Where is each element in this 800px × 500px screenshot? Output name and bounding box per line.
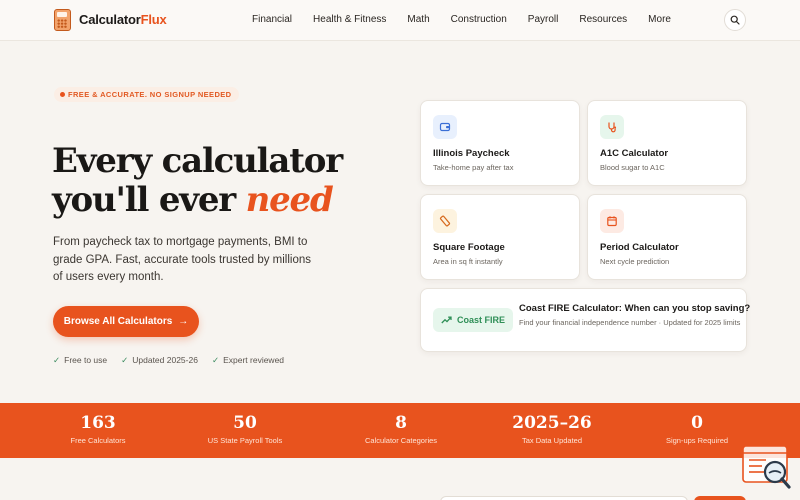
nav-item-resources[interactable]: Resources <box>579 14 627 25</box>
card-title: A1C Calculator <box>600 148 669 159</box>
stat-label: Free Calculators <box>70 436 126 445</box>
stat-item: 50 US State Payroll Tools <box>185 413 305 445</box>
check-label: Updated 2025-26 <box>132 355 198 365</box>
card-a1c-calculator[interactable]: A1C Calculator Blood sugar to A1C <box>587 100 747 186</box>
hero-title-plain: you'll ever <box>52 180 236 220</box>
hero-description: From paycheck tax to mortgage payments, … <box>53 236 312 283</box>
coast-fire-pill-label: Coast FIRE <box>456 315 505 325</box>
stat-label: Calculator Categories <box>364 436 438 445</box>
trust-checklist: ✓ Free to use ✓ Updated 2025-26 ✓ Expert re… <box>53 355 298 366</box>
stats-band: 163 Free Calculators 50 US State Payroll… <box>0 403 800 458</box>
stat-item: 2025–26 Tax Data Updated <box>492 413 612 445</box>
check-icon: ✓ <box>53 355 61 365</box>
stat-label: Tax Data Updated <box>521 436 583 445</box>
brand-name-part1: Calculator <box>79 12 141 27</box>
hero-title-line2: you'll ever need <box>52 181 352 220</box>
stat-label: US State Payroll Tools <box>207 436 283 445</box>
hero-title: Every calculator you'll ever need <box>52 142 352 220</box>
arrow-right-icon: → <box>178 316 189 327</box>
trending-up-icon <box>441 316 452 324</box>
coast-fire-pill: Coast FIRE <box>433 308 513 332</box>
stat-label: Sign-ups Required <box>665 436 729 445</box>
card-coast-fire[interactable]: Coast FIRE Coast FIRE Calculator: When c… <box>420 288 751 352</box>
stat-item: 163 Free Calculators <box>38 413 158 445</box>
card-subtitle: Next cycle prediction <box>600 257 670 266</box>
search-icon <box>730 15 740 25</box>
card-subtitle: Take-home pay after tax <box>433 163 514 172</box>
featured-title: Coast FIRE Calculator: When can you stop… <box>519 303 751 314</box>
card-title: Illinois Paycheck <box>433 148 510 159</box>
stat-value: 0 <box>691 413 703 433</box>
search-button[interactable] <box>724 9 746 31</box>
card-title: Square Footage <box>433 242 505 253</box>
nav-item-math[interactable]: Math <box>407 14 429 25</box>
nav-item-financial[interactable]: Financial <box>252 14 292 25</box>
hero-title-line1: Every calculator <box>52 141 343 181</box>
nav-item-construction[interactable]: Construction <box>451 14 507 25</box>
nav-item-health-fitness[interactable]: Health & Fitness <box>313 14 386 25</box>
stat-value: 163 <box>80 413 116 433</box>
stat-item: 8 Calculator Categories <box>341 413 461 445</box>
card-illinois-paycheck[interactable]: Illinois Paycheck Take-home pay after ta… <box>420 100 580 186</box>
stat-value: 50 <box>233 413 257 433</box>
check-icon: ✓ <box>121 355 129 365</box>
hero-title-accent: need <box>245 180 334 220</box>
bottom-search-button[interactable] <box>694 496 746 500</box>
nav-item-payroll[interactable]: Payroll <box>528 14 559 25</box>
browse-all-button[interactable]: Browse All Calculators → <box>53 306 199 337</box>
nav-item-more[interactable]: More <box>648 14 671 25</box>
wallet-icon <box>433 115 457 139</box>
stat-item: 0 Sign-ups Required <box>637 413 757 445</box>
card-title: Period Calculator <box>600 242 679 253</box>
check-icon: ✓ <box>211 355 220 365</box>
card-subtitle: Blood sugar to A1C <box>600 163 665 172</box>
hero-badge: FREE & ACCURATE. NO SIGNUP NEEDED <box>54 87 239 102</box>
card-square-footage[interactable]: Square Footage Area in sq ft instantly <box>420 194 580 280</box>
card-subtitle: Area in sq ft instantly <box>433 257 503 266</box>
ruler-icon <box>433 209 457 233</box>
stat-value: 8 <box>395 413 407 433</box>
stethoscope-icon <box>600 115 624 139</box>
calendar-icon <box>600 209 624 233</box>
brand-name-part2: Flux <box>140 12 167 27</box>
check-item: ✓ Expert reviewed <box>212 355 284 366</box>
help-widget-icon[interactable] <box>742 444 792 490</box>
check-label: Free to use <box>64 355 108 365</box>
site-header: CalculatorFlux Financial Health & Fitnes… <box>0 0 800 41</box>
check-label: Expert reviewed <box>223 355 285 365</box>
featured-subtitle: Find your financial independence number … <box>519 318 741 327</box>
stat-value: 2025–26 <box>512 413 592 433</box>
check-item: ✓ Updated 2025-26 <box>121 355 198 366</box>
bottom-search-input[interactable] <box>440 496 688 500</box>
brand-logo[interactable]: CalculatorFlux <box>79 12 167 27</box>
browse-all-label: Browse All Calculators <box>63 316 173 327</box>
calculator-logo-icon[interactable] <box>54 9 71 31</box>
card-period-calculator[interactable]: Period Calculator Next cycle prediction <box>587 194 747 280</box>
main-nav: Financial Health & Fitness Math Construc… <box>252 14 692 25</box>
check-item: ✓ Free to use <box>53 355 107 366</box>
